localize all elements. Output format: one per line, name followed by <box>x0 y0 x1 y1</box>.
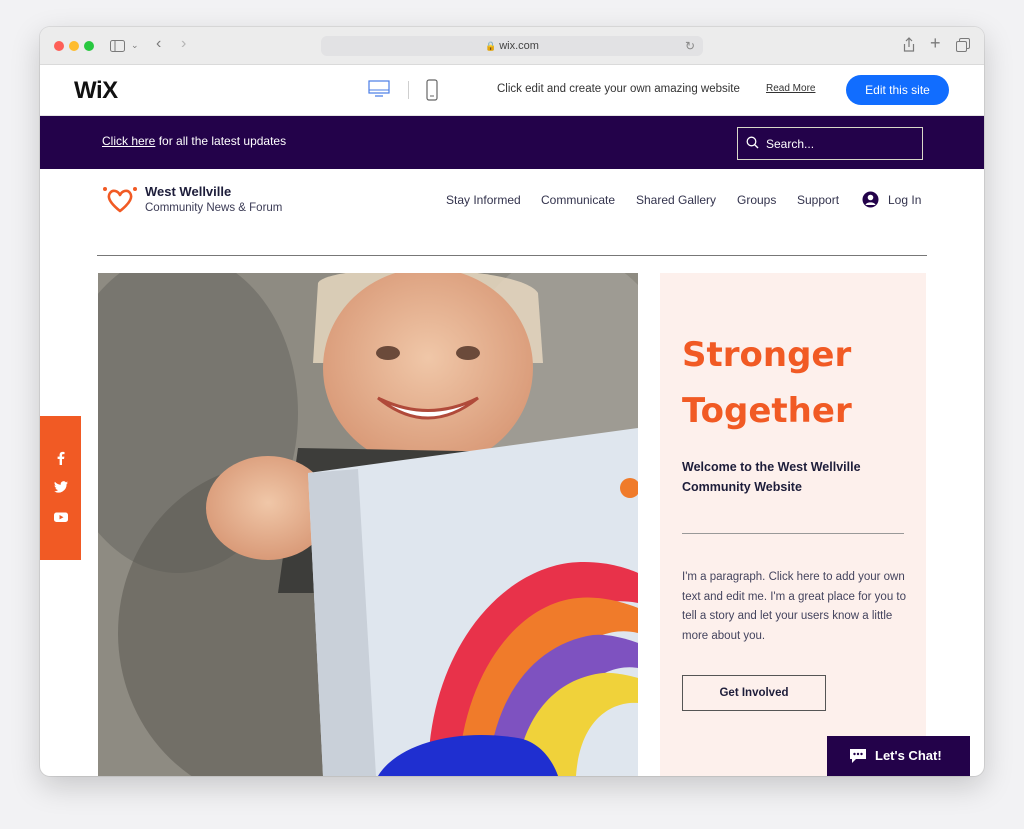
chat-bubble-icon <box>849 748 867 767</box>
nav-stay-informed[interactable]: Stay Informed <box>446 193 521 207</box>
facebook-icon[interactable] <box>53 450 69 466</box>
wix-promo-bar: WiX Click edit and create your own amazi… <box>40 65 984 116</box>
hero-panel: Stronger Together Welcome to the West We… <box>660 273 926 776</box>
edit-site-button[interactable]: Edit this site <box>846 75 949 105</box>
user-avatar-icon[interactable] <box>862 191 879 213</box>
zoom-window-button[interactable] <box>84 41 94 51</box>
chat-widget-button[interactable]: Let's Chat! <box>827 736 970 776</box>
new-tab-icon[interactable]: + <box>930 34 941 52</box>
twitter-icon[interactable] <box>53 479 69 495</box>
read-more-link[interactable]: Read More <box>766 83 815 94</box>
announcement-text: Click here for all the latest updates <box>102 134 286 148</box>
close-window-button[interactable] <box>54 41 64 51</box>
site-subtitle: Community News & Forum <box>145 202 283 214</box>
back-arrow-icon[interactable]: ‹ <box>156 35 161 53</box>
site-name[interactable]: West Wellville <box>145 184 231 199</box>
url-text: wix.com <box>499 40 539 52</box>
announcement-suffix: for all the latest updates <box>155 134 287 148</box>
heart-logo-icon[interactable] <box>102 185 138 218</box>
sidebar-toggle-icon[interactable] <box>110 38 125 56</box>
welcome-heading: Welcome to the West Wellville Community … <box>682 460 861 494</box>
device-separator <box>408 81 409 99</box>
browser-toolbar: ⌄ ‹ › 🔒 wix.com ↻ + <box>40 27 984 65</box>
nav-communicate[interactable]: Communicate <box>541 193 615 207</box>
reload-icon[interactable]: ↻ <box>685 36 695 56</box>
wix-logo[interactable]: WiX <box>74 77 118 105</box>
login-link[interactable]: Log In <box>888 193 921 207</box>
updates-link[interactable]: Click here <box>102 134 155 148</box>
search-icon <box>746 136 759 154</box>
nav-shared-gallery[interactable]: Shared Gallery <box>636 193 716 207</box>
hero-headline: Stronger Together <box>682 335 852 431</box>
mobile-view-icon[interactable] <box>426 79 438 106</box>
youtube-icon[interactable] <box>53 509 69 525</box>
get-involved-button[interactable]: Get Involved <box>682 675 826 711</box>
search-input[interactable]: Search... <box>737 127 923 160</box>
panel-divider <box>682 533 904 534</box>
browser-window: ⌄ ‹ › 🔒 wix.com ↻ + WiX Click edit and cr… <box>40 27 984 776</box>
desktop-view-icon[interactable] <box>368 79 390 104</box>
forward-arrow-icon[interactable]: › <box>181 35 186 53</box>
minimize-window-button[interactable] <box>69 41 79 51</box>
chat-label: Let's Chat! <box>875 748 942 763</box>
nav-groups[interactable]: Groups <box>737 193 776 207</box>
header-divider <box>97 255 927 256</box>
hero-image <box>98 273 638 776</box>
address-bar[interactable]: 🔒 wix.com ↻ <box>321 36 703 56</box>
search-placeholder: Search... <box>766 137 815 151</box>
site-header: West Wellville Community News & Forum St… <box>40 169 984 259</box>
promo-text: Click edit and create your own amazing w… <box>497 83 740 95</box>
social-bar <box>40 416 81 560</box>
chevron-down-icon[interactable]: ⌄ <box>131 36 139 54</box>
lock-icon: 🔒 <box>485 41 497 51</box>
tab-overview-icon[interactable] <box>956 38 970 56</box>
announcement-bar: Click here for all the latest updates Se… <box>40 116 984 169</box>
share-icon[interactable] <box>903 37 915 56</box>
intro-paragraph: I'm a paragraph. Click here to add your … <box>682 571 907 642</box>
nav-support[interactable]: Support <box>797 193 839 207</box>
